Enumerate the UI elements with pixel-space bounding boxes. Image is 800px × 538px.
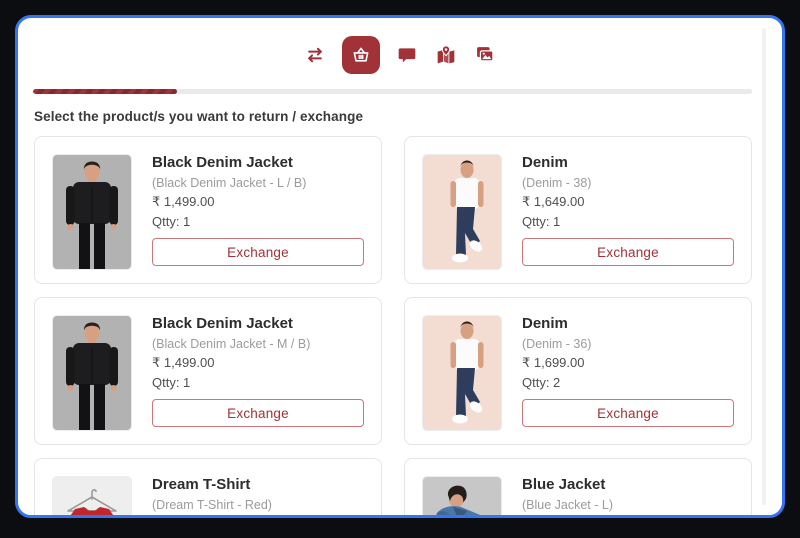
map-marker-icon[interactable] [434, 43, 458, 67]
returns-exchange-window: Select the product/s you want to return … [15, 15, 785, 518]
product-card: Denim (Denim - 38) ₹ 1,649.00 Qtty: 1 Ex… [404, 136, 752, 284]
product-card: Blue Jacket (Blue Jacket - L) ₹ 1,599.00… [404, 458, 752, 518]
product-variant: (Black Denim Jacket - M / B) [152, 337, 364, 351]
product-variant: (Denim - 36) [522, 337, 734, 351]
exchange-button[interactable]: Exchange [522, 399, 734, 427]
exchange-button[interactable]: Exchange [152, 238, 364, 266]
product-qty: Qtty: 1 [152, 214, 364, 229]
images-icon[interactable] [473, 43, 497, 67]
product-qty: Qtty: 2 [522, 375, 734, 390]
product-card: Denim (Denim - 36) ₹ 1,699.00 Qtty: 2 Ex… [404, 297, 752, 445]
product-title: Blue Jacket [522, 476, 734, 495]
scrollbar[interactable] [762, 28, 766, 505]
product-card: Dream T-Shirt (Dream T-Shirt - Red) ₹ 79… [34, 458, 382, 518]
product-grid: Black Denim Jacket (Black Denim Jacket -… [34, 136, 752, 518]
product-photo [422, 154, 502, 270]
page-title: Select the product/s you want to return … [34, 109, 752, 124]
product-card: Black Denim Jacket (Black Denim Jacket -… [34, 297, 382, 445]
product-photo [52, 476, 132, 518]
exchange-arrows-icon[interactable] [303, 43, 327, 67]
product-title: Dream T-Shirt [152, 476, 364, 495]
step-icon-bar [18, 18, 782, 77]
product-card: Black Denim Jacket (Black Denim Jacket -… [34, 136, 382, 284]
product-price: ₹ 799.00 [152, 516, 364, 518]
product-title: Denim [522, 315, 734, 334]
product-price: ₹ 1,599.00 [522, 516, 734, 518]
product-photo [422, 476, 502, 518]
product-variant: (Blue Jacket - L) [522, 498, 734, 512]
product-title: Denim [522, 154, 734, 173]
exchange-button[interactable]: Exchange [152, 399, 364, 427]
progress-bar [33, 89, 752, 94]
product-photo [52, 154, 132, 270]
product-qty: Qtty: 1 [522, 214, 734, 229]
product-price: ₹ 1,499.00 [152, 355, 364, 371]
chat-icon[interactable] [395, 43, 419, 67]
product-price: ₹ 1,699.00 [522, 355, 734, 371]
product-price: ₹ 1,499.00 [152, 194, 364, 210]
basket-icon[interactable] [342, 36, 380, 74]
product-title: Black Denim Jacket [152, 154, 364, 173]
exchange-button[interactable]: Exchange [522, 238, 734, 266]
product-variant: (Black Denim Jacket - L / B) [152, 176, 364, 190]
product-photo [422, 315, 502, 431]
product-variant: (Dream T-Shirt - Red) [152, 498, 364, 512]
product-variant: (Denim - 38) [522, 176, 734, 190]
product-qty: Qtty: 1 [152, 375, 364, 390]
product-title: Black Denim Jacket [152, 315, 364, 334]
product-price: ₹ 1,649.00 [522, 194, 734, 210]
product-photo [52, 315, 132, 431]
progress-fill [33, 89, 177, 94]
